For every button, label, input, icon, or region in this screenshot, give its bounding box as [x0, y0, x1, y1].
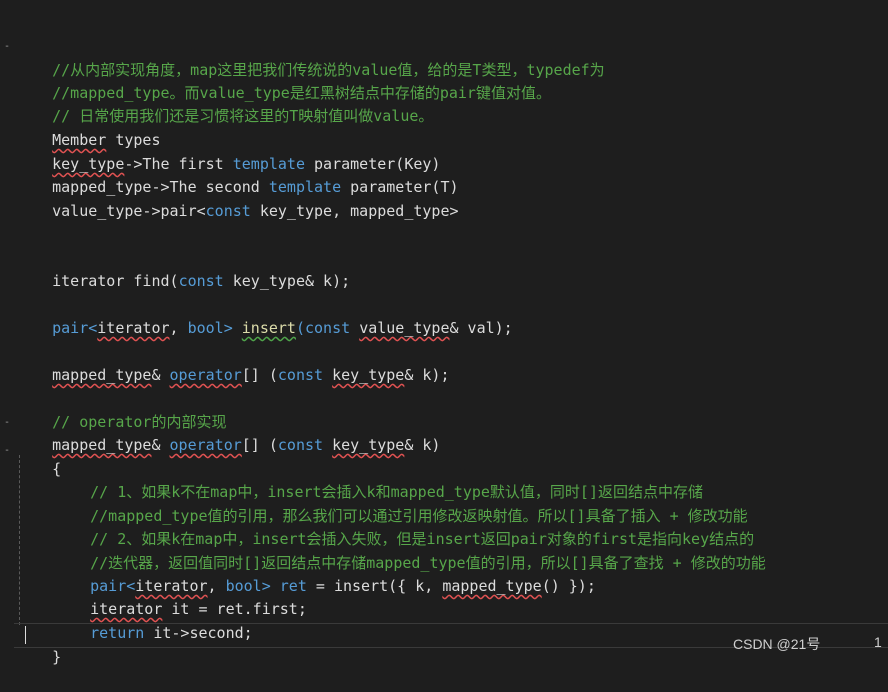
code-line-1[interactable]: //从内部实现角度，map这里把我们传统说的value值，给的是T类型，type… — [16, 36, 605, 79]
function-token: insert — [241, 319, 296, 337]
code-line-9[interactable]: pair<iterator, bool> insert(const value_… — [16, 294, 513, 337]
code-line-13[interactable]: { — [16, 435, 61, 478]
text-token: key_type, mapped_type> — [250, 202, 459, 220]
code-line-3[interactable]: // 日常使用我们还是习惯将这里的T映射值叫做value。 — [16, 82, 433, 125]
code-line-20[interactable]: return it->second; — [54, 599, 253, 642]
text-token: & — [151, 366, 170, 384]
identifier-token: value_type — [359, 319, 450, 337]
watermark: CSDN @21号 — [733, 636, 821, 652]
code-line-15[interactable]: //mapped_type值的引用，那么我们可以通过引用修改返映射值。所以[]具… — [54, 482, 748, 525]
code-line-16[interactable]: // 2、如果k在map中，insert会插入失败，但是insert返回pair… — [54, 505, 754, 548]
code-line-10[interactable]: mapped_type& operator[] (const key_type&… — [16, 341, 449, 384]
code-line-7[interactable]: value_type->pair<const key_type, mapped_… — [16, 177, 458, 220]
code-line-11[interactable]: // operator的内部实现 — [16, 388, 226, 431]
brace-token: } — [52, 648, 62, 666]
code-editor[interactable]: - - - //从内部实现角度，map这里把我们传统说的value值，给的是T类… — [0, 0, 888, 666]
keyword-token: ( — [295, 319, 305, 337]
text-token: key_type& k); — [223, 272, 351, 290]
identifier-token: mapped_type — [52, 366, 152, 384]
code-line-12[interactable]: mapped_type& operator[] (const key_type&… — [16, 411, 440, 454]
text-token: [] ( — [241, 436, 278, 454]
code-line-18[interactable]: pair<iterator, bool> ret = insert({ k, m… — [54, 552, 596, 595]
keyword-token: operator — [169, 436, 242, 454]
code-line-17[interactable]: //迭代器，返回值同时[]返回结点中存储mapped_type值的引用，所以[]… — [54, 529, 766, 572]
code-line-19[interactable]: iterator it = ret.first; — [54, 575, 307, 618]
text-token: () }); — [541, 577, 596, 595]
code-line-6[interactable]: mapped_type->The second template paramet… — [16, 153, 458, 196]
identifier-token: iterator — [97, 319, 170, 337]
fold-collapse-icon[interactable]: - — [2, 418, 12, 428]
fold-collapse-icon[interactable]: - — [2, 42, 12, 52]
text-token: & k); — [404, 366, 450, 384]
text-token: & — [151, 436, 170, 454]
code-line-21[interactable]: } — [16, 623, 61, 666]
identifier-token: mapped_type — [442, 577, 542, 595]
keyword-token: const — [277, 366, 324, 384]
editor-gutter — [0, 0, 14, 660]
text-caret — [25, 626, 26, 644]
text-token: = insert({ k, — [306, 577, 443, 595]
identifier-token: key_type — [332, 436, 405, 454]
page-number: 1 — [874, 634, 882, 650]
text-token: value_type->pair< — [52, 202, 206, 220]
keyword-token: operator — [169, 366, 242, 384]
text-token: , — [169, 319, 188, 337]
keyword-token: const — [305, 319, 351, 337]
text-token: it->second; — [144, 624, 253, 642]
code-line-14[interactable]: // 1、如果k不在map中，insert会插入k和mapped_type默认值… — [54, 458, 703, 501]
text-token: & k) — [404, 436, 441, 454]
identifier-token: mapped_type — [52, 436, 152, 454]
code-line-5[interactable]: key_type->The first template parameter(K… — [16, 130, 440, 173]
keyword-token: const — [178, 272, 224, 290]
identifier-token: key_type — [332, 366, 405, 384]
keyword-token: bool — [187, 319, 224, 337]
keyword-token: const — [205, 202, 251, 220]
code-line-4[interactable]: Member types — [16, 106, 160, 149]
keyword-token: const — [277, 436, 324, 454]
code-line-2[interactable]: //mapped_type。而value_type是红黑树结点中存储的pair键… — [16, 59, 551, 102]
fold-collapse-icon[interactable]: - — [2, 446, 12, 456]
text-token: iterator find( — [52, 272, 179, 290]
keyword-token: pair< — [52, 319, 98, 337]
text-token: & val); — [449, 319, 513, 337]
code-line-8[interactable]: iterator find(const key_type& k); — [16, 247, 350, 290]
text-token: [] ( — [241, 366, 278, 384]
keyword-token: > — [223, 319, 242, 337]
keyword-token: return — [90, 624, 145, 642]
